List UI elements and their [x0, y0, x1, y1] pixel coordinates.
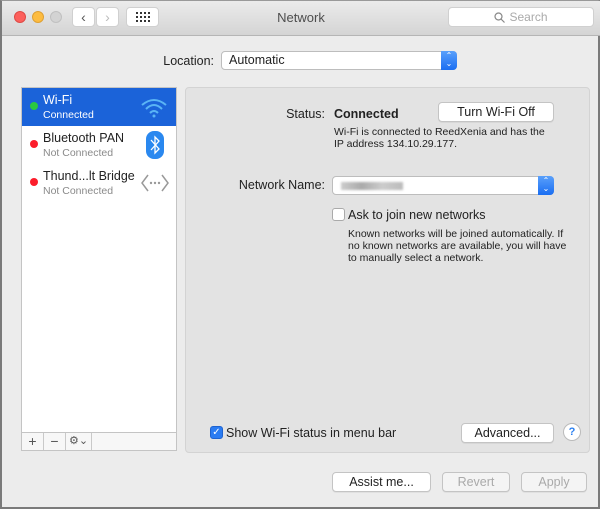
show-wifi-status-label: Show Wi-Fi status in menu bar	[226, 426, 397, 440]
ask-join-label: Ask to join new networks	[348, 208, 486, 222]
network-window: ‹ › Network Search Location: Automatic ⌃…	[0, 0, 600, 509]
title-bar: ‹ › Network Search	[2, 1, 600, 36]
ethernet-bridge-icon	[141, 174, 169, 192]
bluetooth-icon	[146, 131, 164, 159]
ask-join-description-2: no known networks are available, you wil…	[348, 240, 567, 252]
network-name-label: Network Name:	[238, 178, 325, 192]
assist-me-button[interactable]: Assist me...	[332, 472, 431, 492]
status-description-2: IP address 134.10.29.177.	[334, 138, 457, 150]
status-dot	[30, 140, 38, 148]
service-item-bluetooth[interactable]: Bluetooth PAN Not Connected	[22, 126, 176, 164]
service-status: Connected	[43, 109, 94, 121]
detail-panel: Status: Connected Turn Wi-Fi Off Wi-Fi i…	[185, 87, 590, 453]
search-placeholder: Search	[509, 10, 548, 24]
location-label: Location:	[163, 54, 214, 68]
turn-wifi-off-button[interactable]: Turn Wi-Fi Off	[438, 102, 554, 122]
service-item-thunderbolt-bridge[interactable]: Thund...lt Bridge Not Connected	[22, 164, 176, 202]
service-list-toolbar: + − ⚙⌄	[22, 432, 176, 450]
status-dot	[30, 178, 38, 186]
help-button[interactable]: ?	[563, 423, 581, 441]
network-name-popup[interactable]: ⌃ ⌄	[332, 176, 554, 195]
search-icon	[494, 11, 506, 23]
redacted-network-name	[341, 182, 403, 190]
remove-service-button[interactable]: −	[44, 433, 66, 450]
advanced-button[interactable]: Advanced...	[461, 423, 554, 443]
apply-button[interactable]: Apply	[521, 472, 587, 492]
revert-button[interactable]: Revert	[442, 472, 510, 492]
status-label: Status:	[286, 107, 325, 121]
show-wifi-status-checkbox[interactable]: ✓	[210, 426, 223, 439]
service-name: Bluetooth PAN	[43, 131, 125, 145]
service-status: Not Connected	[43, 185, 114, 197]
ask-join-description-3: to manually select a network.	[348, 252, 484, 264]
service-list: Wi-Fi Connected Bluetooth PAN Not Connec…	[21, 87, 177, 451]
wifi-icon	[141, 99, 167, 118]
ask-join-checkbox[interactable]	[332, 208, 345, 221]
ask-join-description-1: Known networks will be joined automatica…	[348, 228, 564, 240]
location-value: Automatic	[229, 53, 285, 67]
updown-arrows-icon: ⌃ ⌄	[441, 51, 457, 70]
service-status: Not Connected	[43, 147, 114, 159]
updown-arrows-icon: ⌃ ⌄	[538, 176, 554, 195]
add-service-button[interactable]: +	[22, 433, 44, 450]
checkmark-icon: ✓	[212, 427, 221, 438]
status-value: Connected	[334, 107, 399, 121]
location-popup[interactable]: Automatic ⌃ ⌄	[221, 51, 457, 70]
service-name: Thund...lt Bridge	[43, 169, 135, 183]
service-item-wifi[interactable]: Wi-Fi Connected	[22, 88, 176, 126]
status-dot	[30, 102, 38, 110]
status-description-1: Wi-Fi is connected to ReedXenia and has …	[334, 126, 545, 138]
gear-menu-button[interactable]: ⚙⌄	[66, 433, 92, 450]
service-name: Wi-Fi	[43, 93, 73, 107]
search-field[interactable]: Search	[448, 7, 594, 27]
